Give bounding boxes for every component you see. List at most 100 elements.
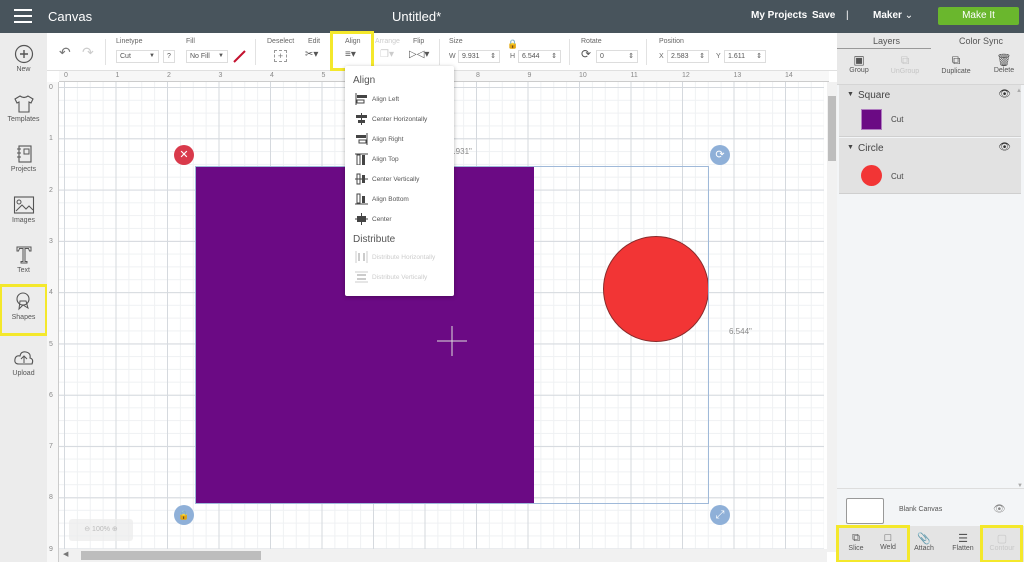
height-value: 6.544 [522, 53, 540, 60]
machine-selector[interactable]: Maker ⌄ [873, 10, 913, 21]
duplicate-button[interactable]: ⧉ Duplicate [936, 53, 976, 75]
divider [569, 39, 570, 65]
tab-color-sync[interactable]: Color Sync [959, 36, 1003, 46]
layer-color-swatch[interactable] [861, 165, 882, 186]
nav-label: Shapes [11, 314, 36, 321]
nav-shapes[interactable]: Shapes [0, 284, 48, 336]
horizontal-scroll-thumb[interactable] [81, 551, 261, 560]
align-top-item[interactable]: Align Top [355, 153, 399, 171]
layer-operation: Cut [891, 115, 904, 124]
height-input[interactable]: 6.544 ⇕ [518, 50, 561, 63]
zoom-in-icon[interactable]: ⊕ [112, 526, 118, 533]
ruler-tick-label: 11 [630, 72, 638, 79]
linetype-help-button[interactable]: ? [163, 50, 175, 63]
width-input[interactable]: 9.931 ⇕ [458, 50, 500, 63]
ruler-tick-label: 12 [682, 72, 690, 79]
nav-text[interactable]: Text [0, 242, 47, 290]
deselect-button[interactable]: + [274, 50, 287, 62]
collapse-caret-icon[interactable]: ▼ [847, 91, 854, 98]
redo-icon[interactable]: ↷ [82, 44, 94, 61]
no-fill-swatch-icon[interactable] [233, 50, 246, 63]
vertical-scroll-thumb[interactable] [828, 96, 836, 161]
app-title: Canvas [48, 9, 93, 24]
align-bottom-item[interactable]: Align Bottom [355, 193, 409, 211]
scroll-left-icon[interactable]: ◀ [63, 550, 68, 558]
vertical-scrollbar[interactable] [827, 82, 837, 552]
collapse-caret-icon[interactable]: ▼ [847, 144, 854, 151]
weld-button[interactable]: □ Weld [872, 532, 904, 551]
nav-templates[interactable]: Templates [0, 91, 47, 139]
panel-scroll-up-icon[interactable]: ▲ [1016, 88, 1022, 94]
align-right-item[interactable]: Align Right [355, 133, 403, 151]
shapes-icon [15, 292, 30, 311]
flip-icon[interactable]: ▷◁▾ [409, 49, 429, 60]
lock-handle-icon[interactable]: 🔒 [174, 505, 194, 525]
delete-button[interactable]: 🗑 Delete [984, 53, 1024, 74]
distribute-horizontally-icon [355, 251, 368, 264]
attach-button[interactable]: 📎 Attach [908, 532, 940, 552]
undo-icon[interactable]: ↶ [59, 44, 71, 61]
deselect-label: Deselect [267, 38, 295, 45]
align-button[interactable]: Align ≡▾ [330, 31, 374, 71]
x-position-input[interactable]: 2.583 ⇕ [667, 50, 709, 63]
zoom-out-icon[interactable]: ⊖ [84, 526, 90, 533]
rotate-input[interactable]: 0 ⇕ [596, 50, 638, 63]
my-projects-link[interactable]: My Projects [751, 10, 807, 21]
align-right-icon [356, 133, 368, 146]
slice-button[interactable]: ⧉ Slice [840, 532, 872, 552]
visibility-eye-icon[interactable]: 👁 [998, 142, 1011, 153]
stepper-icon: ⇕ [628, 53, 634, 60]
nav-images[interactable]: Images [0, 192, 47, 240]
center-item[interactable]: Center [355, 213, 392, 231]
ruler-tick-label: 4 [270, 72, 274, 79]
blank-canvas-label: Blank Canvas [899, 506, 943, 513]
nav-new[interactable]: New [0, 41, 47, 89]
nav-upload[interactable]: Upload [0, 345, 47, 393]
layer-color-swatch[interactable] [861, 109, 882, 130]
horizontal-scrollbar[interactable]: ◀ [59, 549, 827, 562]
delete-handle-icon[interactable]: ✕ [174, 145, 194, 165]
nav-label: Text [17, 267, 30, 274]
distribute-vertically-item: Distribute Vertically [355, 271, 427, 289]
fill-select[interactable]: No Fill ▼ [186, 50, 228, 63]
make-it-button[interactable]: Make It [938, 7, 1019, 25]
fill-label: Fill [186, 38, 195, 45]
rotate-handle-icon[interactable]: ⟳ [710, 145, 730, 165]
layer-item-circle[interactable]: ▼ Circle 👁 Cut [839, 138, 1021, 194]
linetype-select[interactable]: Cut ▼ [116, 50, 159, 63]
hamburger-menu-icon[interactable] [14, 9, 32, 23]
resize-handle-icon[interactable]: ⤢ [710, 505, 730, 525]
align-left-item[interactable]: Align Left [355, 93, 399, 111]
center-horizontally-item[interactable]: Center Horizontally [355, 113, 427, 131]
ruler-tick-label: 1 [115, 72, 120, 79]
center-vertically-item[interactable]: Center Vertically [355, 173, 419, 191]
y-position-input[interactable]: 1.611 ⇕ [724, 50, 766, 63]
arrange-icon[interactable]: ❐▾ [380, 49, 394, 60]
ruler-tick-label: 2 [167, 72, 171, 79]
action-label: UnGroup [890, 68, 920, 75]
blank-canvas-swatch[interactable] [846, 498, 884, 524]
tab-layers[interactable]: Layers [873, 36, 900, 46]
ruler-tick-label: 6 [49, 391, 53, 399]
rotate-label: Rotate [581, 38, 602, 45]
ungroup-button[interactable]: ⧉ UnGroup [885, 53, 925, 75]
align-top-icon [355, 153, 368, 166]
stepper-icon: ⇕ [490, 53, 496, 60]
save-link[interactable]: Save [812, 10, 835, 21]
action-label: Attach [914, 545, 934, 552]
item-label: Distribute Vertically [372, 274, 428, 281]
hidden-eye-icon[interactable]: 👁 [993, 504, 1006, 515]
document-title[interactable]: Untitled* [392, 9, 441, 24]
nav-label: Projects [10, 166, 37, 173]
zoom-level: 100% [92, 526, 110, 533]
image-icon [13, 196, 34, 214]
visibility-eye-icon[interactable]: 👁 [998, 89, 1011, 100]
ungroup-icon: ⧉ [900, 53, 910, 67]
flatten-button[interactable]: ☰ Flatten [947, 532, 979, 552]
group-button[interactable]: ▣ Group [839, 53, 879, 74]
contour-button[interactable]: ▢ Contour [986, 532, 1018, 552]
nav-projects[interactable]: Projects [0, 141, 47, 189]
lock-icon[interactable]: 🔒 [507, 39, 518, 50]
edit-scissors-icon[interactable]: ✂▾ [305, 49, 318, 60]
layer-item-square[interactable]: ▼ Square 👁 Cut [839, 85, 1021, 137]
